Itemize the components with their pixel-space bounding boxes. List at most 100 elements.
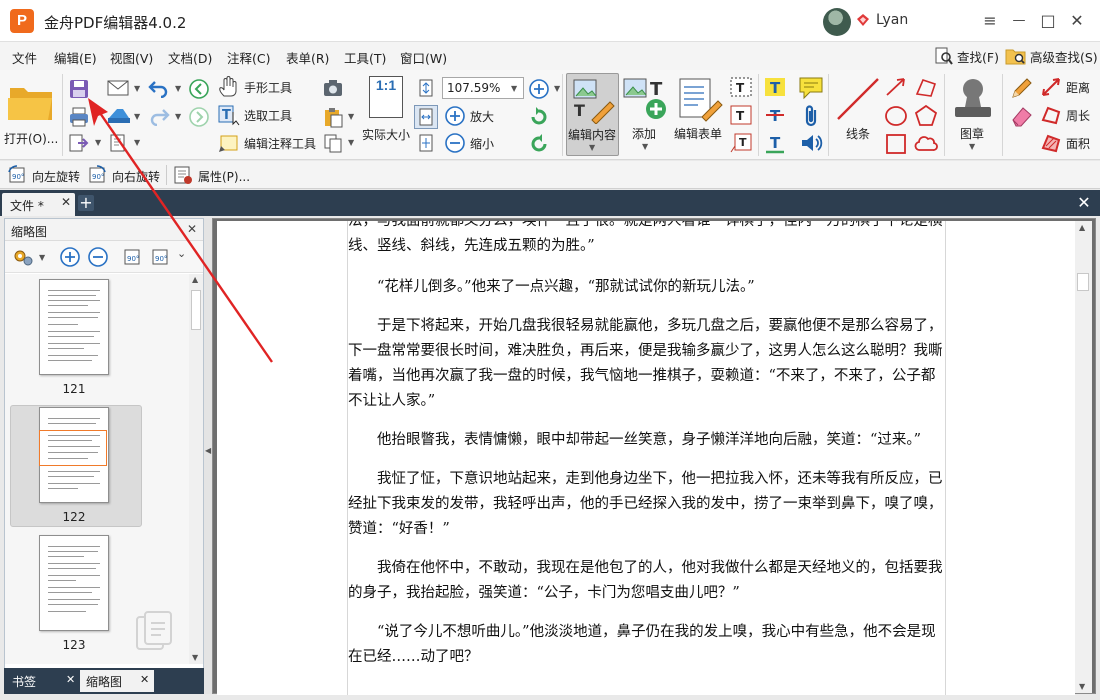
- menu-icon[interactable]: ≡: [977, 8, 1003, 34]
- thumbnail-zoom-in-icon[interactable]: [59, 246, 81, 268]
- thumbnail-toolbar: ▼ 90° 90° ⌄: [5, 241, 203, 273]
- callout-box-icon[interactable]: T: [729, 132, 753, 154]
- eraser-icon[interactable]: [1010, 104, 1034, 128]
- note-icon[interactable]: [798, 76, 824, 100]
- thumbnail-page[interactable]: [39, 535, 109, 631]
- rotate-cw-icon[interactable]: [528, 106, 550, 128]
- more-tools-chevron-icon[interactable]: ⌄: [177, 247, 186, 260]
- document-page[interactable]: 法，与我面前就都义分么，埃件一且了很。就是两人看谁一详棋了，佳内一万的棋了下论是…: [217, 221, 1075, 695]
- tab-close-icon[interactable]: ✕: [140, 673, 149, 686]
- thumbnail-scrollbar[interactable]: ▲ ▼: [189, 274, 203, 664]
- thumbnail-page[interactable]: [39, 279, 109, 375]
- maximize-button[interactable]: □: [1035, 8, 1061, 34]
- menu-view[interactable]: 视图(V): [110, 48, 153, 67]
- strikeout-text-icon[interactable]: T: [764, 104, 786, 126]
- polyline-shape-icon[interactable]: [914, 76, 938, 98]
- edit-annotation-tool-button[interactable]: 编辑注释工具: [217, 132, 317, 154]
- thumbnail-page-current[interactable]: [39, 407, 109, 503]
- svg-text:T: T: [736, 81, 745, 95]
- thumbnail-rotate-left-icon[interactable]: 90°: [121, 246, 143, 268]
- menu-window[interactable]: 窗口(W): [400, 48, 447, 67]
- tab-close-icon[interactable]: ✕: [61, 195, 71, 209]
- advanced-find-button[interactable]: 高级查找(S): [1005, 46, 1098, 66]
- zoom-in-plus-icon[interactable]: [528, 78, 550, 100]
- menu-document[interactable]: 文档(D): [168, 48, 212, 67]
- tab-close-icon[interactable]: ✕: [66, 673, 75, 686]
- scan-icon[interactable]: [106, 106, 132, 126]
- zoom-input[interactable]: 107.59% ▼: [442, 77, 524, 99]
- copy-icon[interactable]: [322, 133, 344, 153]
- edit-content-button[interactable]: T 编辑内容 ▼: [566, 73, 619, 156]
- minimize-button[interactable]: —: [1006, 8, 1032, 34]
- previous-view-icon[interactable]: [188, 78, 210, 100]
- lines-button[interactable]: 线条: [832, 73, 882, 156]
- menu-tools[interactable]: 工具(T): [344, 48, 386, 67]
- rectangle-shape-icon[interactable]: [884, 132, 908, 156]
- svg-text:T: T: [770, 134, 781, 152]
- document-scrollbar[interactable]: ▲ ▼: [1075, 221, 1092, 693]
- edit-form-button[interactable]: 编辑表单: [672, 73, 728, 156]
- zoom-dropdown-icon[interactable]: ▼: [511, 84, 517, 93]
- hand-tool-button[interactable]: 手形工具: [217, 76, 307, 98]
- user-name[interactable]: Lyan: [876, 12, 908, 28]
- thumbnail-settings-icon[interactable]: [11, 246, 35, 268]
- next-view-icon[interactable]: [188, 106, 210, 128]
- bookmarks-tab[interactable]: 书签 ✕: [6, 670, 78, 692]
- perimeter-button[interactable]: 周长: [1040, 104, 1098, 126]
- text-field-icon[interactable]: T: [729, 76, 753, 98]
- thumbnail-zoom-out-icon[interactable]: [87, 246, 109, 268]
- redo-icon[interactable]: [148, 106, 170, 126]
- rotate-ccw-icon[interactable]: [528, 133, 550, 155]
- attach-file-icon[interactable]: [801, 104, 821, 128]
- zoom-out-button[interactable]: 缩小: [444, 132, 514, 154]
- polygon-shape-icon[interactable]: [914, 104, 938, 128]
- rotate-left-button[interactable]: 90° 向左旋转: [6, 164, 84, 186]
- menu-edit[interactable]: 编辑(E): [54, 48, 97, 67]
- snapshot-icon[interactable]: [322, 78, 344, 98]
- paste-icon[interactable]: [322, 106, 344, 128]
- fit-page-icon[interactable]: [416, 78, 436, 98]
- actual-size-button[interactable]: 1:1 实际大小: [362, 74, 412, 152]
- panel-close-icon[interactable]: ✕: [187, 222, 197, 236]
- area-button[interactable]: 面积: [1040, 132, 1098, 154]
- print-icon[interactable]: [68, 106, 90, 128]
- properties-label: 属性(P)...: [198, 170, 251, 184]
- select-tool-button[interactable]: T 选取工具: [217, 104, 307, 126]
- open-button[interactable]: 打开(O)...: [4, 74, 60, 150]
- sound-icon[interactable]: [799, 132, 823, 154]
- close-button[interactable]: ✕: [1064, 8, 1090, 34]
- menu-comment[interactable]: 注释(C): [227, 48, 270, 67]
- ellipse-shape-icon[interactable]: [884, 104, 908, 128]
- rotate-right-button[interactable]: 90° 向右旋转: [86, 164, 164, 186]
- document-small-icon[interactable]: [108, 133, 128, 153]
- export-icon[interactable]: [68, 133, 90, 153]
- zoom-in-button[interactable]: 放大: [444, 105, 514, 127]
- fit-width-button[interactable]: [414, 105, 438, 129]
- document-tab[interactable]: 文件 * ✕: [2, 193, 75, 216]
- underline-text-icon[interactable]: T: [764, 132, 786, 154]
- vip-diamond-icon: [857, 14, 869, 26]
- user-avatar[interactable]: [823, 8, 851, 36]
- pencil-icon[interactable]: [1010, 76, 1034, 100]
- panel-splitter[interactable]: ◀: [204, 218, 212, 694]
- cloud-shape-icon[interactable]: [914, 132, 938, 156]
- distance-button[interactable]: 距离: [1040, 76, 1098, 98]
- menu-form[interactable]: 表单(R): [286, 48, 329, 67]
- save-icon[interactable]: [68, 78, 90, 100]
- highlight-text-icon[interactable]: T: [764, 76, 786, 98]
- thumbnail-rotate-right-icon[interactable]: 90°: [149, 246, 171, 268]
- stamp-button[interactable]: 图章 ▼: [948, 73, 998, 156]
- text-box-icon[interactable]: T: [729, 104, 753, 126]
- arrow-shape-icon[interactable]: [884, 76, 908, 98]
- fit-visible-icon[interactable]: [416, 133, 436, 153]
- email-icon[interactable]: [106, 78, 130, 98]
- undo-icon[interactable]: [148, 78, 170, 98]
- close-document-button[interactable]: ✕: [1074, 193, 1094, 213]
- thumbnails-tab[interactable]: 缩略图 ✕: [80, 670, 154, 692]
- new-tab-button[interactable]: +: [78, 195, 94, 211]
- find-button[interactable]: 查找(F): [934, 46, 999, 66]
- find-icon: [935, 47, 953, 65]
- properties-button[interactable]: 属性(P)...: [172, 164, 252, 186]
- add-button[interactable]: T 添加 ▼: [622, 73, 670, 156]
- menu-file[interactable]: 文件: [12, 48, 37, 67]
